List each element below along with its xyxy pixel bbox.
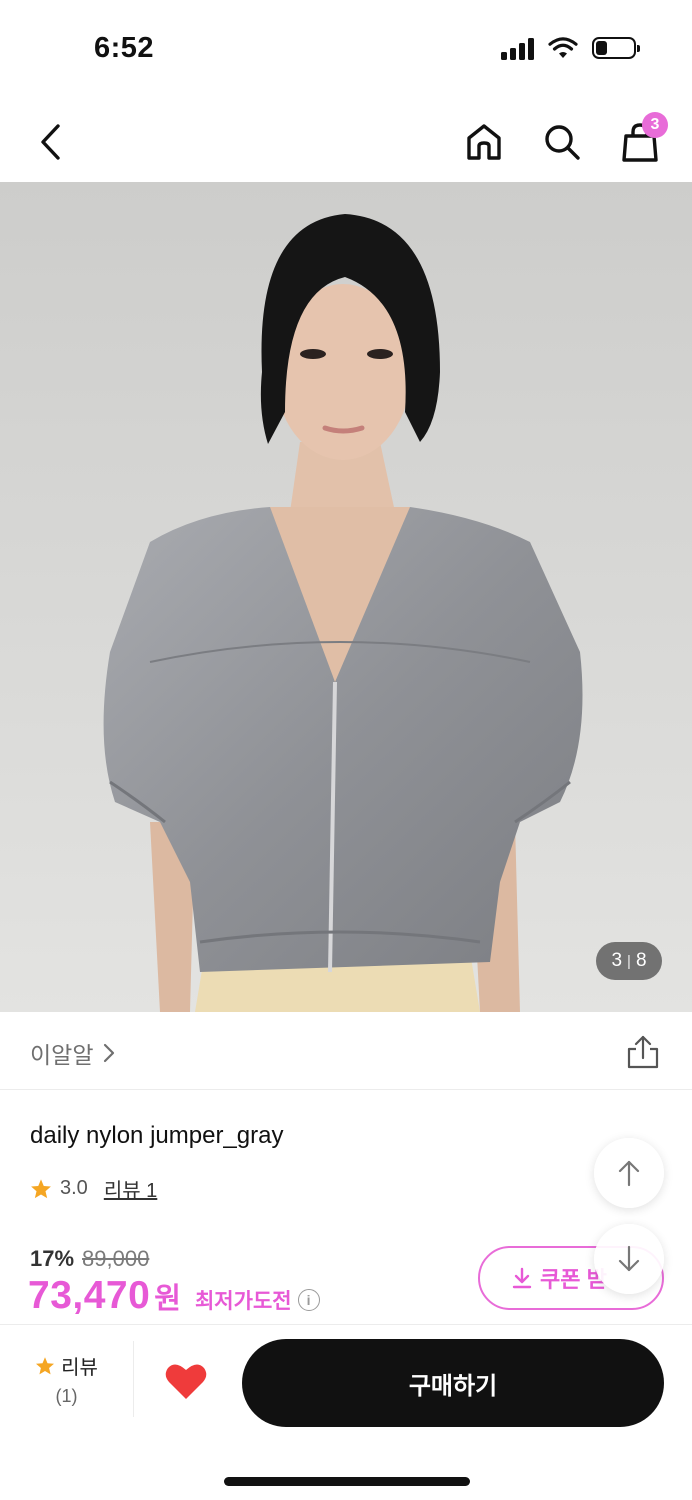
review-tab-count: (1) <box>55 1386 78 1406</box>
bottom-action-bar: 리뷰 (1) 구매하기 <box>0 1324 692 1500</box>
back-button[interactable] <box>30 120 70 164</box>
cart-button[interactable]: 3 <box>614 112 668 166</box>
brand-link[interactable]: 이알알 <box>30 1036 115 1070</box>
star-icon <box>31 1178 51 1198</box>
discount-row: 17% 89,000 <box>30 1246 149 1272</box>
discount-percent: 17% <box>30 1246 75 1271</box>
lowest-price-label: 최저가도전 i <box>195 1285 320 1315</box>
heart-icon <box>165 1364 207 1399</box>
arrow-up-icon <box>618 1160 640 1187</box>
download-icon <box>512 1267 532 1289</box>
image-counter-separator: | <box>627 952 631 970</box>
product-title: daily nylon jumper_gray <box>30 1122 284 1149</box>
home-indicator <box>224 1477 470 1486</box>
brand-row: 이알알 <box>0 1012 692 1090</box>
star-icon <box>36 1356 55 1374</box>
review-tab-top: 리뷰 <box>35 1351 98 1380</box>
review-tab-button[interactable]: 리뷰 (1) <box>0 1341 134 1417</box>
rating-row: 3.0 리뷰 1 <box>30 1174 157 1203</box>
buy-button[interactable]: 구매하기 <box>242 1339 664 1427</box>
share-button[interactable] <box>626 1034 660 1070</box>
arrow-down-icon <box>618 1245 640 1272</box>
rating-value: 3.0 <box>60 1177 88 1199</box>
image-current: 3 <box>611 950 623 971</box>
chevron-left-icon <box>41 124 60 160</box>
lowest-price-text: 최저가도전 <box>194 1290 292 1313</box>
product-image-carousel[interactable]: 3 | 8 <box>0 182 692 1012</box>
brand-name: 이알알 <box>30 1042 94 1068</box>
cellular-signal-icon <box>501 36 534 60</box>
status-bar: 6:52 <box>0 0 692 100</box>
price-row: 73,470 원 최저가도전 i <box>28 1274 320 1318</box>
status-icons <box>501 36 640 60</box>
image-counter: 3 | 8 <box>596 942 662 980</box>
review-tab-label: 리뷰 <box>61 1357 98 1379</box>
cart-count-badge: 3 <box>642 112 668 138</box>
wifi-icon <box>548 37 578 58</box>
share-icon <box>627 1035 659 1069</box>
sale-price: 73,470 <box>28 1274 151 1317</box>
price-currency: 원 <box>154 1283 181 1315</box>
like-button[interactable] <box>164 1361 212 1405</box>
scroll-down-button[interactable] <box>594 1224 664 1294</box>
battery-icon <box>592 37 640 59</box>
status-time: 6:52 <box>94 32 155 64</box>
home-icon <box>467 124 501 160</box>
review-link[interactable]: 리뷰 1 <box>104 1174 157 1203</box>
original-price: 89,000 <box>82 1246 150 1271</box>
search-button[interactable] <box>536 118 588 166</box>
home-button[interactable] <box>458 118 510 166</box>
info-icon[interactable]: i <box>297 1289 320 1311</box>
top-nav: 3 <box>0 100 692 182</box>
scroll-up-button[interactable] <box>594 1138 664 1208</box>
chevron-right-icon <box>104 1043 115 1063</box>
search-icon <box>545 125 580 160</box>
image-total: 8 <box>635 950 647 971</box>
nav-actions: 3 <box>458 112 668 166</box>
product-photo <box>0 182 692 1012</box>
